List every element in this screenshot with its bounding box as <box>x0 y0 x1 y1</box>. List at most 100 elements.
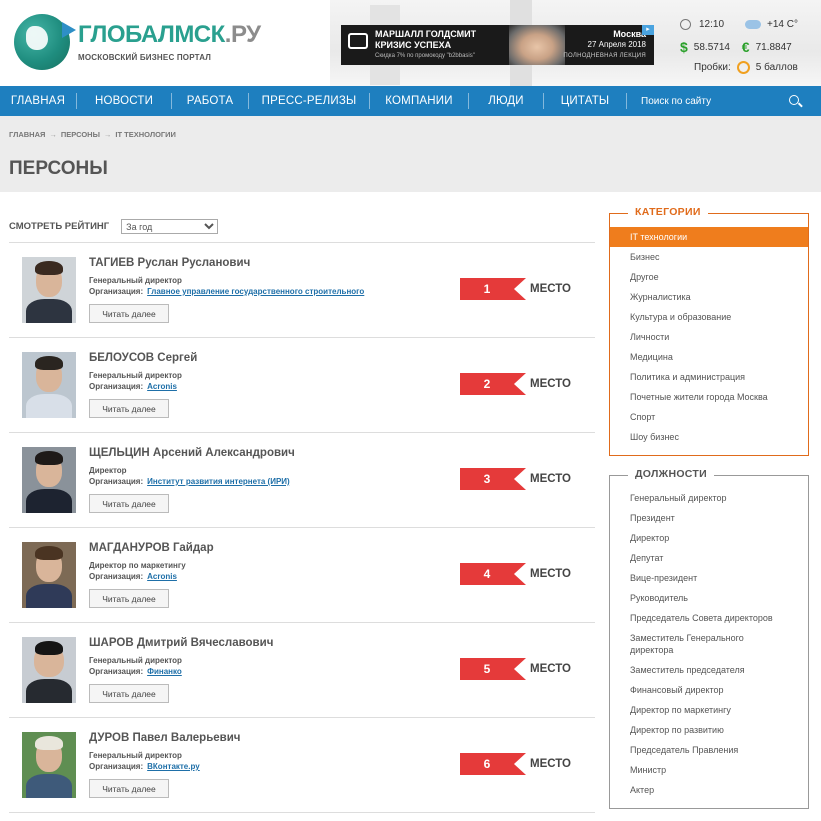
category-item[interactable]: Личности <box>610 327 808 347</box>
breadcrumb-current[interactable]: IT ТЕХНОЛОГИИ <box>115 130 176 139</box>
position-item[interactable]: Актер <box>610 780 808 800</box>
person-photo[interactable] <box>22 257 76 323</box>
rank-label: МЕСТО <box>530 758 571 770</box>
category-item[interactable]: Бизнес <box>610 247 808 267</box>
person-photo[interactable] <box>22 732 76 798</box>
read-more-button[interactable]: Читать далее <box>89 494 169 513</box>
breadcrumb-home[interactable]: ГЛАВНАЯ <box>9 130 45 139</box>
banner-promo: Скидка 7% по промокоду "b2bbasis" <box>375 53 475 59</box>
read-more-button[interactable]: Читать далее <box>89 779 169 798</box>
category-item[interactable]: Политика и администрация <box>610 367 808 387</box>
position-item[interactable]: Директор по маркетингу <box>610 700 808 720</box>
rank-label: МЕСТО <box>530 283 571 295</box>
category-item[interactable]: Медицина <box>610 347 808 367</box>
read-more-button[interactable]: Читать далее <box>89 684 169 703</box>
current-time: 12:10 <box>699 18 725 30</box>
person-org: Организация: Институт развития интернета … <box>89 477 290 486</box>
ad-banner[interactable]: МАРШАЛЛ ГОЛДСМИТ КРИЗИС УСПЕХА Скидка 7%… <box>341 25 654 65</box>
traffic-label: Пробки: <box>694 61 731 73</box>
person-role: Генеральный директор <box>89 371 182 380</box>
rank-badge: 3 МЕСТО <box>460 468 571 490</box>
person-photo[interactable] <box>22 542 76 608</box>
clock-icon <box>680 18 691 30</box>
position-item[interactable]: Заместитель Генерального директора <box>610 628 808 660</box>
position-item[interactable]: Депутат <box>610 548 808 568</box>
nav-item-home[interactable]: ГЛАВНАЯ <box>0 86 76 116</box>
position-item[interactable]: Президент <box>610 508 808 528</box>
person-name[interactable]: ЩЕЛЬЦИН Арсений Александрович <box>89 447 295 459</box>
org-link[interactable]: Финанко <box>147 667 182 676</box>
nav-item-press-releases[interactable]: ПРЕСС-РЕЛИЗЫ <box>249 86 369 116</box>
rating-period-select[interactable]: За год <box>121 219 219 234</box>
ad-marker-icon[interactable]: ▸ <box>642 25 654 35</box>
org-link[interactable]: Главное управление государственного стро… <box>147 287 364 296</box>
category-item[interactable]: Почетные жители города Москва <box>610 387 808 407</box>
person-card: МАГДАНУРОВ Гайдар Директор по маркетингу… <box>9 528 595 623</box>
category-item[interactable]: Культура и образование <box>610 307 808 327</box>
person-photo[interactable] <box>22 447 76 513</box>
org-link[interactable]: Институт развития интернета (ИРИ) <box>147 477 290 486</box>
rank-number: 1 <box>460 278 526 300</box>
nav-item-jobs[interactable]: РАБОТА <box>172 86 248 116</box>
person-photo[interactable] <box>22 637 76 703</box>
nav-item-people[interactable]: ЛЮДИ <box>469 86 543 116</box>
main-nav: ГЛАВНАЯ НОВОСТИ РАБОТА ПРЕСС-РЕЛИЗЫ КОМП… <box>0 86 821 116</box>
person-name[interactable]: ДУРОВ Павел Валерьевич <box>89 732 240 744</box>
category-item[interactable]: IT технологии <box>610 227 808 247</box>
read-more-button[interactable]: Читать далее <box>89 399 169 418</box>
person-photo[interactable] <box>22 352 76 418</box>
position-item[interactable]: Вице-президент <box>610 568 808 588</box>
banner-line1: МАРШАЛЛ ГОЛДСМИТ <box>375 29 477 39</box>
person-org: Организация: Главное управление государст… <box>89 287 364 296</box>
person-role: Директор по маркетингу <box>89 561 186 570</box>
read-more-button[interactable]: Читать далее <box>89 589 169 608</box>
category-item[interactable]: Журналистика <box>610 287 808 307</box>
position-item[interactable]: Генеральный директор <box>610 488 808 508</box>
person-name[interactable]: МАГДАНУРОВ Гайдар <box>89 542 214 554</box>
org-link[interactable]: Acronis <box>147 572 177 581</box>
person-role: Генеральный директор <box>89 276 182 285</box>
rank-number: 4 <box>460 563 526 585</box>
read-more-button[interactable]: Читать далее <box>89 304 169 323</box>
person-name[interactable]: ШАРОВ Дмитрий Вячеславович <box>89 637 273 649</box>
nav-item-news[interactable]: НОВОСТИ <box>77 86 171 116</box>
banner-line2: КРИЗИС УСПЕХА <box>375 40 452 50</box>
person-org: Организация: ВКонтакте.ру <box>89 762 200 771</box>
position-item[interactable]: Финансовый директор <box>610 680 808 700</box>
position-item[interactable]: Директор по развитию <box>610 720 808 740</box>
search-icon[interactable] <box>789 95 799 105</box>
positions-box: ДОЛЖНОСТИ Генеральный директор Президент… <box>609 468 809 809</box>
breadcrumb-persons[interactable]: ПЕРСОНЫ <box>61 130 100 139</box>
person-card: ТАГИЕВ Руслан Русланович Генеральный дир… <box>9 243 595 338</box>
org-link[interactable]: Acronis <box>147 382 177 391</box>
positions-title: ДОЛЖНОСТИ <box>628 468 714 480</box>
org-label: Организация: <box>89 572 144 581</box>
person-role: Генеральный директор <box>89 751 182 760</box>
tv-icon <box>348 33 368 49</box>
category-item[interactable]: Спорт <box>610 407 808 427</box>
position-item[interactable]: Председатель Правления <box>610 740 808 760</box>
person-card: ДУРОВ Павел Валерьевич Генеральный дирек… <box>9 718 595 813</box>
rank-label: МЕСТО <box>530 663 571 675</box>
site-header: ГЛОБАЛМСК.РУ МОСКОВСКИЙ БИЗНЕС ПОРТАЛ МА… <box>0 0 821 86</box>
page-header-band: ГЛАВНАЯ → ПЕРСОНЫ → IT ТЕХНОЛОГИИ ПЕРСОН… <box>0 116 821 192</box>
search-input[interactable] <box>627 86 767 116</box>
category-item[interactable]: Шоу бизнес <box>610 427 808 447</box>
person-name[interactable]: ТАГИЕВ Руслан Русланович <box>89 257 250 269</box>
org-link[interactable]: ВКонтакте.ру <box>147 762 200 771</box>
position-item[interactable]: Заместитель председателя <box>610 660 808 680</box>
position-item[interactable]: Министр <box>610 760 808 780</box>
position-item[interactable]: Руководитель <box>610 588 808 608</box>
rating-label: СМОТРЕТЬ РЕЙТИНГ <box>9 221 110 232</box>
position-item[interactable]: Директор <box>610 528 808 548</box>
position-item[interactable]: Председатель Совета директоров <box>610 608 808 628</box>
eur-rate: 71.8847 <box>755 41 792 53</box>
org-label: Организация: <box>89 382 144 391</box>
rank-label: МЕСТО <box>530 568 571 580</box>
site-logo[interactable]: ГЛОБАЛМСК.РУ МОСКОВСКИЙ БИЗНЕС ПОРТАЛ <box>14 14 261 70</box>
nav-item-companies[interactable]: КОМПАНИИ <box>370 86 468 116</box>
category-item[interactable]: Другое <box>610 267 808 287</box>
person-role: Генеральный директор <box>89 656 182 665</box>
nav-item-quotes[interactable]: ЦИТАТЫ <box>544 86 626 116</box>
person-name[interactable]: БЕЛОУСОВ Сергей <box>89 352 197 364</box>
